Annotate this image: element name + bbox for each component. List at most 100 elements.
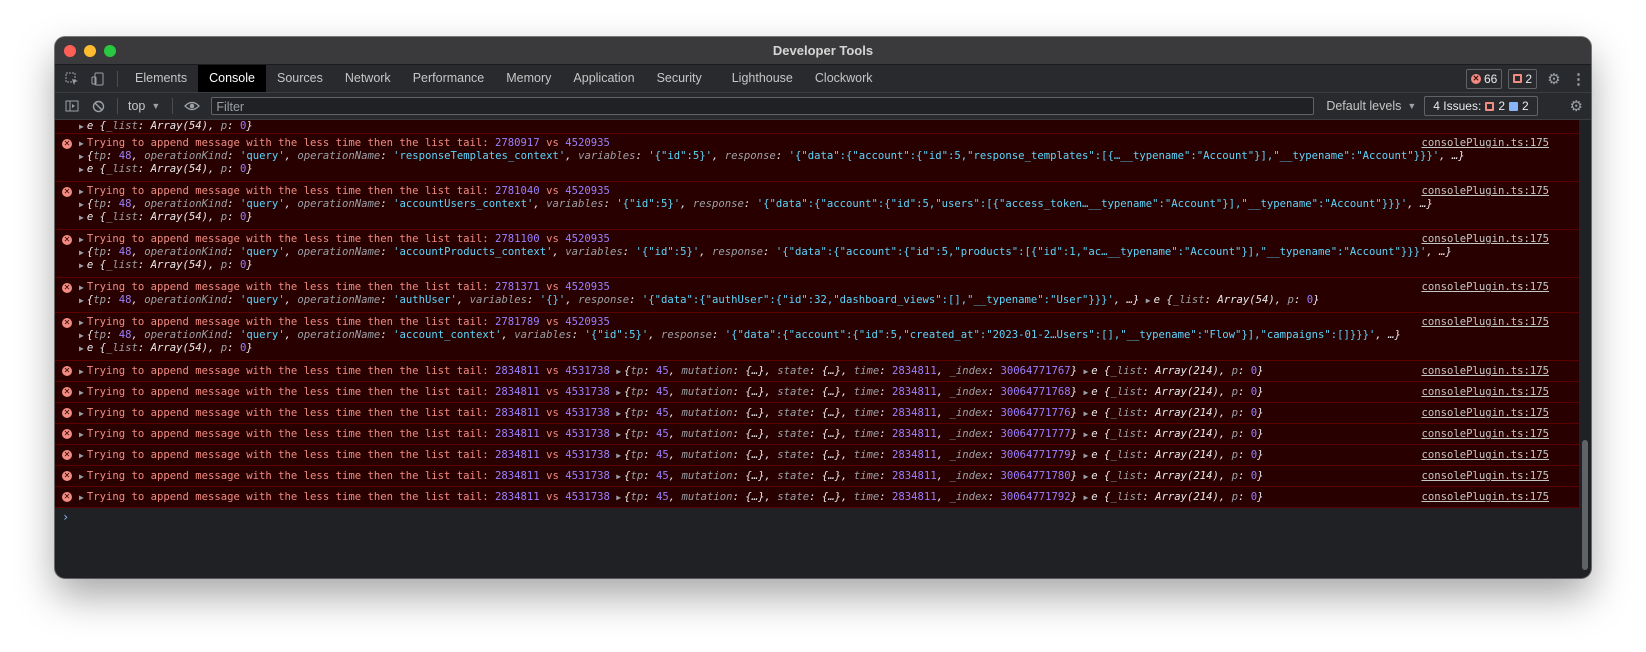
log-levels-dropdown[interactable]: Default levels ▼ <box>1318 99 1424 113</box>
message-header[interactable]: ▶ Trying to append message with the less … <box>79 470 1264 483</box>
expand-triangle-icon[interactable]: ▶ <box>616 451 621 460</box>
expand-triangle-icon[interactable]: ▶ <box>79 430 84 439</box>
expand-triangle-icon[interactable]: ▶ <box>1083 472 1088 481</box>
index-value: 30064771780 <box>1000 470 1071 482</box>
tab-security[interactable]: Security <box>646 65 713 92</box>
message-header[interactable]: ▶ Trying to append message with the less … <box>79 281 610 294</box>
expand-triangle-icon[interactable]: ▶ <box>79 344 84 353</box>
source-link[interactable]: consolePlugin.ts:175 <box>1421 316 1549 329</box>
expand-triangle-icon[interactable]: ▶ <box>79 451 84 460</box>
source-link[interactable]: consolePlugin.ts:175 <box>1421 470 1549 483</box>
tab-network[interactable]: Network <box>334 65 402 92</box>
message-header[interactable]: ▶ Trying to append message with the less … <box>79 185 610 198</box>
message-header[interactable]: ▶ Trying to append message with the less … <box>79 428 1264 441</box>
object-preview[interactable]: ▶ {tp: 48, operationKind: 'query', operat… <box>79 150 1465 163</box>
expand-triangle-icon[interactable]: ▶ <box>79 331 84 340</box>
expand-triangle-icon[interactable]: ▶ <box>1083 430 1088 439</box>
source-link[interactable]: consolePlugin.ts:175 <box>1421 491 1549 504</box>
expand-triangle-icon[interactable]: ▶ <box>79 409 84 418</box>
source-link[interactable]: consolePlugin.ts:175 <box>1421 407 1549 420</box>
source-link[interactable]: consolePlugin.ts:175 <box>1421 281 1549 294</box>
show-sidebar-icon[interactable] <box>59 93 85 120</box>
settings-gear-icon[interactable]: ⚙ <box>1543 70 1565 88</box>
source-link[interactable]: consolePlugin.ts:175 <box>1421 185 1549 198</box>
expand-triangle-icon[interactable]: ▶ <box>616 493 621 502</box>
message-header[interactable]: ▶ Trying to append message with the less … <box>79 316 610 329</box>
message-header[interactable]: ▶ Trying to append message with the less … <box>79 365 1264 378</box>
object-preview[interactable]: ▶ {tp: 48, operationKind: 'query', operat… <box>79 329 1401 342</box>
expand-triangle-icon[interactable]: ▶ <box>1083 493 1088 502</box>
scrollbar-thumb[interactable] <box>1582 440 1588 570</box>
context-selector[interactable]: top ▼ <box>124 99 166 113</box>
tab-lighthouse[interactable]: Lighthouse <box>721 65 804 92</box>
expand-triangle-icon[interactable]: ▶ <box>79 367 84 376</box>
source-link[interactable]: consolePlugin.ts:175 <box>1421 449 1549 462</box>
expand-triangle-icon[interactable]: ▶ <box>79 318 84 327</box>
expand-triangle-icon[interactable]: ▶ <box>1083 367 1088 376</box>
object-preview[interactable]: ▶ e {_list: Array(54), p: 0} <box>79 120 253 133</box>
device-toolbar-icon[interactable] <box>85 65 111 92</box>
expand-triangle-icon[interactable]: ▶ <box>616 409 621 418</box>
object-preview[interactable]: ▶ e {_list: Array(54), p: 0} <box>79 259 253 272</box>
expand-triangle-icon[interactable]: ▶ <box>79 122 84 131</box>
expand-triangle-icon[interactable]: ▶ <box>616 472 621 481</box>
expand-triangle-icon[interactable]: ▶ <box>1146 296 1151 305</box>
tab-application[interactable]: Application <box>562 65 645 92</box>
expand-triangle-icon[interactable]: ▶ <box>79 493 84 502</box>
source-link[interactable]: consolePlugin.ts:175 <box>1421 365 1549 378</box>
object-preview[interactable]: ▶ e {_list: Array(54), p: 0} <box>79 211 253 224</box>
tab-console[interactable]: Console <box>198 65 266 92</box>
expand-triangle-icon[interactable]: ▶ <box>79 152 84 161</box>
expand-triangle-icon[interactable]: ▶ <box>79 472 84 481</box>
expand-triangle-icon[interactable]: ▶ <box>1083 409 1088 418</box>
message-header[interactable]: ▶ Trying to append message with the less … <box>79 449 1264 462</box>
expand-triangle-icon[interactable]: ▶ <box>79 213 84 222</box>
tab-memory[interactable]: Memory <box>495 65 562 92</box>
object-preview[interactable]: ▶ {tp: 48, operationKind: 'query', operat… <box>79 198 1433 211</box>
clear-console-icon[interactable] <box>85 93 111 120</box>
expand-triangle-icon[interactable]: ▶ <box>79 139 84 148</box>
console-scrollbar[interactable] <box>1580 120 1590 576</box>
expand-triangle-icon[interactable]: ▶ <box>1083 388 1088 397</box>
console-settings-gear-icon[interactable]: ⚙ <box>1570 97 1583 115</box>
issues-button[interactable]: 4 Issues: 2 2 <box>1424 96 1538 116</box>
source-link[interactable]: consolePlugin.ts:175 <box>1421 428 1549 441</box>
message-header[interactable]: ▶ Trying to append message with the less … <box>79 491 1264 504</box>
message-header[interactable]: ▶ Trying to append message with the less … <box>79 137 610 150</box>
expand-triangle-icon[interactable]: ▶ <box>616 430 621 439</box>
message-header[interactable]: ▶ Trying to append message with the less … <box>79 233 610 246</box>
expand-triangle-icon[interactable]: ▶ <box>79 388 84 397</box>
tab-clockwork[interactable]: Clockwork <box>804 65 884 92</box>
expand-triangle-icon[interactable]: ▶ <box>79 200 84 209</box>
object-preview[interactable]: ▶ e {_list: Array(54), p: 0} <box>79 342 253 355</box>
tab-performance[interactable]: Performance <box>402 65 496 92</box>
tab-sources[interactable]: Sources <box>266 65 334 92</box>
issue-count-badge[interactable]: 2 <box>1508 68 1537 89</box>
expand-triangle-icon[interactable]: ▶ <box>616 367 621 376</box>
expand-triangle-icon[interactable]: ▶ <box>79 261 84 270</box>
expand-triangle-icon[interactable]: ▶ <box>79 296 84 305</box>
source-link[interactable]: consolePlugin.ts:175 <box>1421 386 1549 399</box>
message-header[interactable]: ▶ Trying to append message with the less … <box>79 407 1264 420</box>
expand-triangle-icon[interactable]: ▶ <box>79 187 84 196</box>
object-preview[interactable]: ▶ {tp: 48, operationKind: 'query', operat… <box>79 246 1452 259</box>
expand-triangle-icon[interactable]: ▶ <box>1083 451 1088 460</box>
source-link[interactable]: consolePlugin.ts:175 <box>1421 137 1549 150</box>
object-preview[interactable]: ▶ {tp: 48, operationKind: 'query', operat… <box>79 294 1319 307</box>
expand-triangle-icon[interactable]: ▶ <box>616 388 621 397</box>
message-header[interactable]: ▶ Trying to append message with the less … <box>79 386 1264 399</box>
inspect-element-icon[interactable] <box>59 65 85 92</box>
source-link[interactable]: consolePlugin.ts:175 <box>1421 233 1549 246</box>
expand-triangle-icon[interactable]: ▶ <box>79 248 84 257</box>
more-options-icon[interactable]: ⋮ <box>1571 70 1586 88</box>
filter-input[interactable]: Filter <box>211 97 1315 115</box>
expand-triangle-icon[interactable]: ▶ <box>79 235 84 244</box>
object-preview[interactable]: ▶ e {_list: Array(54), p: 0} <box>79 163 253 176</box>
expand-triangle-icon[interactable]: ▶ <box>79 283 84 292</box>
expand-triangle-icon[interactable]: ▶ <box>79 165 84 174</box>
console-prompt-chevron-icon[interactable]: › <box>62 510 69 524</box>
live-expression-eye-icon[interactable] <box>179 93 205 120</box>
token: : <box>227 120 240 132</box>
error-count-badge[interactable]: ✕ 66 <box>1465 68 1503 89</box>
tab-elements[interactable]: Elements <box>124 65 198 92</box>
